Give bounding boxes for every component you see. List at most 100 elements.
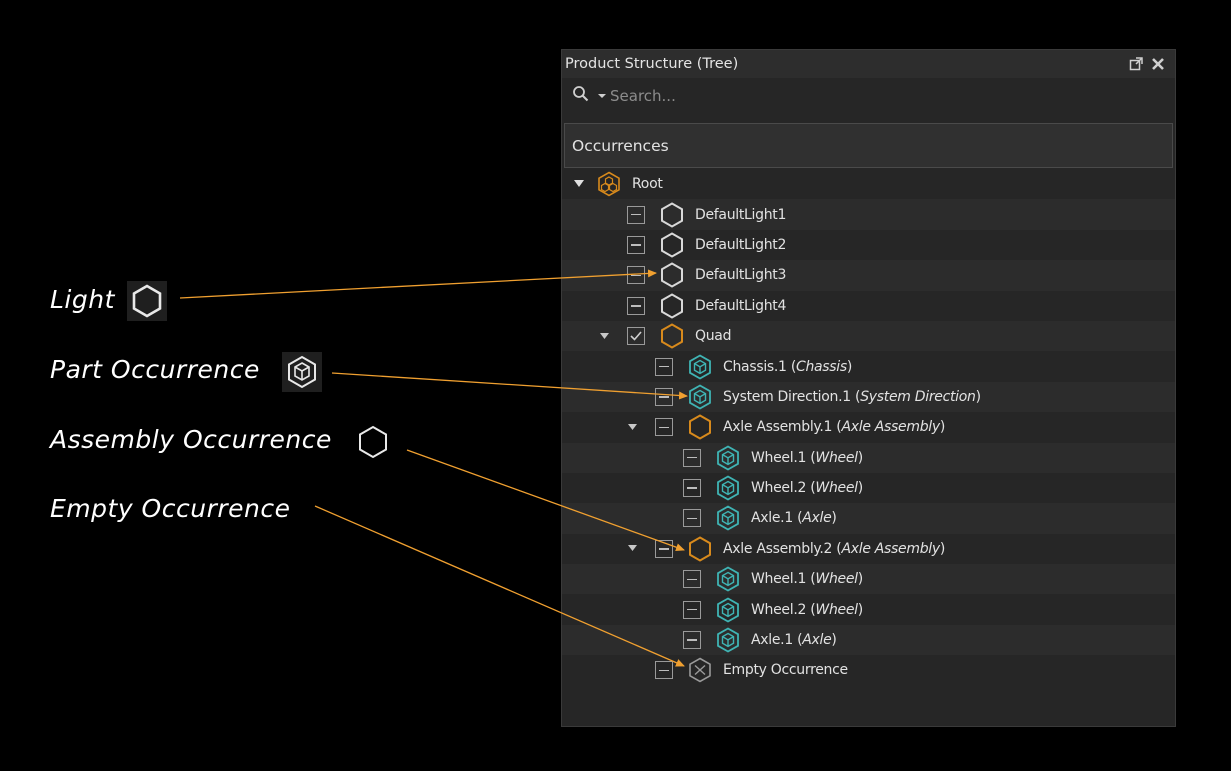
occurrence-name: Axle.1 — [751, 632, 793, 649]
visibility-checkbox-partial[interactable] — [683, 570, 701, 589]
visibility-checkbox-partial[interactable] — [655, 387, 673, 406]
visibility-checkbox-partial[interactable] — [627, 205, 645, 224]
occurrence-name: DefaultLight4 — [695, 297, 787, 314]
occurrence-name: Wheel.1 — [751, 449, 807, 466]
part-cube-icon — [715, 475, 741, 501]
tree-item-label: Wheel.1 (Wheel) — [751, 449, 863, 466]
occurrence-name: Chassis.1 — [723, 358, 787, 375]
tree-row-light4[interactable]: DefaultLight4 — [562, 291, 1175, 321]
expand-arrow-icon[interactable] — [572, 177, 586, 191]
tree-row-chassis[interactable]: Chassis.1 (Chassis) — [562, 351, 1175, 381]
reference-name: System Direction — [860, 388, 976, 405]
part-cube-icon — [715, 627, 741, 653]
tree-item-label: DefaultLight3 — [695, 267, 786, 283]
legend-empty-occurrence-label: Empty Occurrence — [50, 494, 291, 523]
expand-arrow-icon[interactable] — [597, 329, 611, 343]
occurrences-column-header[interactable]: Occurrences — [564, 123, 1173, 168]
expand-arrow-icon[interactable] — [625, 542, 639, 556]
tree-row-root[interactable]: Root — [562, 169, 1175, 199]
visibility-checkbox-partial[interactable] — [683, 631, 701, 650]
occurrence-name: Quad — [695, 328, 732, 345]
reference-name: Wheel — [815, 449, 858, 466]
tree-row-light3[interactable]: DefaultLight3 — [562, 260, 1175, 291]
light-hexagon-icon — [659, 201, 685, 228]
part-cube-icon — [687, 353, 713, 380]
tree-row-a2-axle[interactable]: Axle.1 (Axle) — [562, 624, 1175, 656]
close-icon[interactable] — [1147, 53, 1169, 75]
tree-row-axle-assembly-2[interactable]: Axle Assembly.2 (Axle Assembly) — [562, 534, 1175, 564]
visibility-checkbox-partial[interactable] — [627, 266, 645, 285]
assembly-hexagon-icon — [687, 536, 713, 562]
tree-row-a1-axle[interactable]: Axle.1 (Axle) — [562, 503, 1175, 534]
product-structure-panel: Product Structure (Tree) Occur — [561, 49, 1176, 727]
assembly-hexagon-icon — [659, 323, 685, 349]
assembly-hexagon-icon — [687, 414, 713, 440]
root-assembly-icon — [596, 171, 622, 197]
visibility-checkbox-partial[interactable] — [683, 509, 701, 528]
tree-item-label: Wheel.2 (Wheel) — [751, 601, 863, 618]
part-cube-icon — [715, 445, 741, 471]
tree-item-label: DefaultLight2 — [695, 237, 786, 253]
tree-item-label: Chassis.1 (Chassis) — [723, 358, 853, 375]
expand-arrow-icon[interactable] — [625, 420, 639, 434]
empty-hexagon-icon — [687, 657, 713, 683]
tree-item-label: DefaultLight1 — [695, 207, 786, 223]
search-options-dropdown-icon[interactable] — [598, 93, 606, 99]
tree-row-a2-wheel1[interactable]: Wheel.1 (Wheel) — [562, 564, 1175, 595]
light-hexagon-icon — [659, 232, 685, 258]
reference-name: Wheel — [815, 480, 858, 497]
reference-name: Axle Assembly — [841, 419, 940, 436]
part-cube-icon — [715, 566, 741, 592]
tree-item-label: Root — [632, 176, 663, 192]
occurrence-name: Wheel.2 — [751, 601, 807, 618]
occurrence-name: DefaultLight2 — [695, 236, 787, 253]
occurrence-name: Axle Assembly.1 — [723, 419, 833, 436]
visibility-checkbox-partial[interactable] — [655, 661, 673, 680]
tree-item-label: System Direction.1 (System Direction) — [723, 388, 981, 405]
tree-item-label: Axle Assembly.2 (Axle Assembly) — [723, 540, 946, 557]
reference-name: Axle Assembly — [841, 540, 940, 557]
visibility-checkbox-partial[interactable] — [627, 296, 645, 315]
panel-title: Product Structure (Tree) — [565, 56, 739, 72]
search-icon[interactable] — [572, 85, 590, 107]
occurrence-tree: Root DefaultLight1 DefaultLight2 DefaultLig… — [562, 169, 1175, 686]
visibility-checkbox-partial[interactable] — [627, 235, 645, 254]
tree-row-light1[interactable]: DefaultLight1 — [562, 199, 1175, 230]
tree-row-empty[interactable]: Empty Occurrence — [562, 655, 1175, 685]
visibility-checkbox-partial[interactable] — [683, 448, 701, 467]
tree-item-label: Empty Occurrence — [723, 662, 848, 678]
occurrence-name: Root — [632, 176, 663, 193]
reference-name: Axle — [802, 632, 832, 649]
occurrence-name: Wheel.1 — [751, 571, 807, 588]
tree-row-a2-wheel2[interactable]: Wheel.2 (Wheel) — [562, 594, 1175, 624]
tree-row-axle-assembly-1[interactable]: Axle Assembly.1 (Axle Assembly) — [562, 412, 1175, 442]
legend-assembly-occurrence-label: Assembly Occurrence — [50, 425, 332, 454]
light-hexagon-icon — [659, 262, 685, 289]
visibility-checkbox-partial[interactable] — [683, 479, 701, 498]
light-hexagon-icon — [127, 281, 167, 321]
tree-row-system-direction[interactable]: System Direction.1 (System Direction) — [562, 381, 1175, 413]
tree-row-quad[interactable]: Quad — [562, 320, 1175, 352]
tree-row-a1-wheel1[interactable]: Wheel.1 (Wheel) — [562, 442, 1175, 473]
reference-name: Wheel — [815, 601, 858, 618]
reference-name: Chassis — [795, 358, 847, 375]
tree-row-a1-wheel2[interactable]: Wheel.2 (Wheel) — [562, 473, 1175, 503]
popout-icon[interactable] — [1125, 53, 1147, 75]
visibility-checkbox-checked[interactable] — [627, 327, 645, 346]
assembly-hexagon-icon — [353, 422, 393, 462]
tree-row-light2[interactable]: DefaultLight2 — [562, 230, 1175, 260]
visibility-checkbox-partial[interactable] — [655, 357, 673, 376]
visibility-checkbox-partial[interactable] — [655, 418, 673, 437]
visibility-checkbox-partial[interactable] — [683, 600, 701, 619]
tree-item-label: DefaultLight4 — [695, 298, 786, 314]
tree-item-label: Axle.1 (Axle) — [751, 510, 837, 527]
occurrence-name: DefaultLight1 — [695, 206, 787, 223]
occurrence-name: System Direction.1 — [723, 388, 851, 405]
visibility-checkbox-partial[interactable] — [655, 539, 673, 558]
occurrence-name: Axle Assembly.2 — [723, 540, 833, 557]
occurrence-name: DefaultLight3 — [695, 267, 787, 284]
panel-header: Product Structure (Tree) — [562, 50, 1175, 78]
search-input[interactable] — [610, 87, 910, 105]
tree-item-label: Wheel.2 (Wheel) — [751, 480, 863, 497]
legend-light-label: Light — [50, 285, 115, 314]
